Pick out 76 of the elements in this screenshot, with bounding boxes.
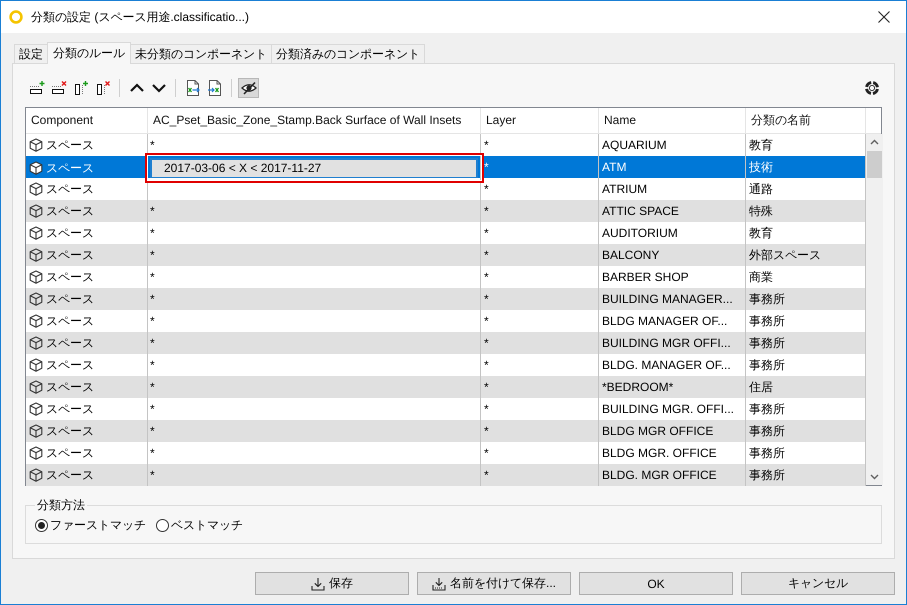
- column-header[interactable]: Layer: [481, 108, 599, 133]
- table-row[interactable]: スペース * * BLDG MGR OFFICE 事務所: [26, 420, 866, 442]
- component-label: スペース: [46, 445, 94, 462]
- cube-icon: [29, 204, 43, 218]
- cube-icon: [29, 424, 43, 438]
- table-row[interactable]: スペース * * BUILDING MGR OFFI... 事務所: [26, 332, 866, 354]
- cube-icon: [29, 292, 43, 306]
- condition-field[interactable]: 2017-03-06 < X < 2017-11-27: [150, 158, 478, 179]
- cube-icon: [29, 446, 43, 460]
- add-column-icon: [72, 80, 88, 96]
- radio-button[interactable]: ファーストマッチ: [35, 517, 146, 534]
- cube-icon: [29, 314, 43, 328]
- table-row[interactable]: スペース 2017-03-06 < X < 2017-11-27 * ATM 技術: [26, 156, 866, 178]
- component-label: スペース: [46, 291, 94, 308]
- component-label: スペース: [46, 401, 94, 418]
- column-header[interactable]: Name: [599, 108, 746, 133]
- component-label: スペース: [46, 203, 94, 220]
- column-header[interactable]: 分類の名前: [746, 108, 866, 133]
- cube-icon: [29, 160, 43, 174]
- component-label: スペース: [46, 357, 94, 374]
- column-header[interactable]: AC_Pset_Basic_Zone_Stamp.Back Surface of Wall Insets: [148, 108, 481, 133]
- component-label: スペース: [46, 423, 94, 440]
- document-import-icon: [206, 80, 222, 96]
- download-icon: [311, 576, 325, 590]
- table-row[interactable]: スペース * * *BEDROOM* 住居: [26, 376, 866, 398]
- component-label: スペース: [46, 160, 94, 176]
- cube-icon: [29, 380, 43, 394]
- tab[interactable]: 未分類のコンポーネント: [130, 44, 272, 63]
- remove-row-icon: [50, 80, 66, 96]
- add-row-icon: [28, 80, 44, 96]
- scrollbar-thumb[interactable]: [867, 151, 882, 178]
- component-label: スペース: [46, 247, 94, 264]
- component-label: スペース: [46, 137, 94, 154]
- component-label: スペース: [46, 181, 94, 198]
- cube-icon: [29, 358, 43, 372]
- cube-icon: [29, 402, 43, 416]
- table-row[interactable]: スペース * * BUILDING MANAGER... 事務所: [26, 288, 866, 310]
- cube-icon: [29, 182, 43, 196]
- toolbar-button[interactable]: [238, 78, 259, 98]
- cube-icon: [29, 226, 43, 240]
- component-label: スペース: [46, 335, 94, 352]
- component-label: スペース: [46, 225, 94, 242]
- scrollbar[interactable]: [866, 134, 883, 485]
- save-as-button[interactable]: 名前を付けて保存...: [417, 572, 571, 595]
- component-label: スペース: [46, 269, 94, 286]
- column-header[interactable]: Component: [26, 108, 148, 133]
- table-cell: *: [148, 464, 481, 486]
- remove-column-icon: [94, 80, 110, 96]
- tab[interactable]: 分類のルール: [47, 42, 131, 64]
- document-export-icon: [184, 80, 200, 96]
- tab[interactable]: 設定: [14, 44, 48, 63]
- ok-button[interactable]: OK: [579, 572, 733, 595]
- group-title: 分類方法: [36, 497, 86, 514]
- radio-button[interactable]: ベストマッチ: [156, 517, 243, 534]
- table-cell: *: [481, 464, 599, 486]
- cube-icon: [29, 270, 43, 284]
- component-label: スペース: [46, 467, 94, 484]
- ring-icon: [9, 10, 23, 24]
- save-button[interactable]: 保存: [255, 572, 409, 595]
- table-cell: BLDG. MGR OFFICE: [599, 464, 746, 486]
- download-icon: [432, 576, 446, 590]
- eye-slash-icon: [240, 80, 256, 96]
- cube-icon: [29, 468, 43, 482]
- table-row[interactable]: スペース * * BLDG. MGR OFFICE 事務所: [26, 464, 866, 486]
- lifebuoy-icon[interactable]: [864, 80, 880, 96]
- table-row[interactable]: スペース * * ATTIC SPACE 特殊: [26, 200, 866, 222]
- cube-icon: [29, 248, 43, 262]
- tab[interactable]: 分類済みのコンポーネント: [271, 44, 425, 63]
- component-label: スペース: [46, 313, 94, 330]
- cube-icon: [29, 336, 43, 350]
- table-row[interactable]: スペース * * BALCONY 外部スペース: [26, 244, 866, 266]
- component-label: スペース: [46, 379, 94, 396]
- cancel-button[interactable]: キャンセル: [741, 572, 895, 595]
- close-icon: [878, 11, 890, 23]
- window-title: 分類の設定 (スペース用途.classificatio...): [31, 8, 250, 26]
- cube-icon: [29, 138, 43, 152]
